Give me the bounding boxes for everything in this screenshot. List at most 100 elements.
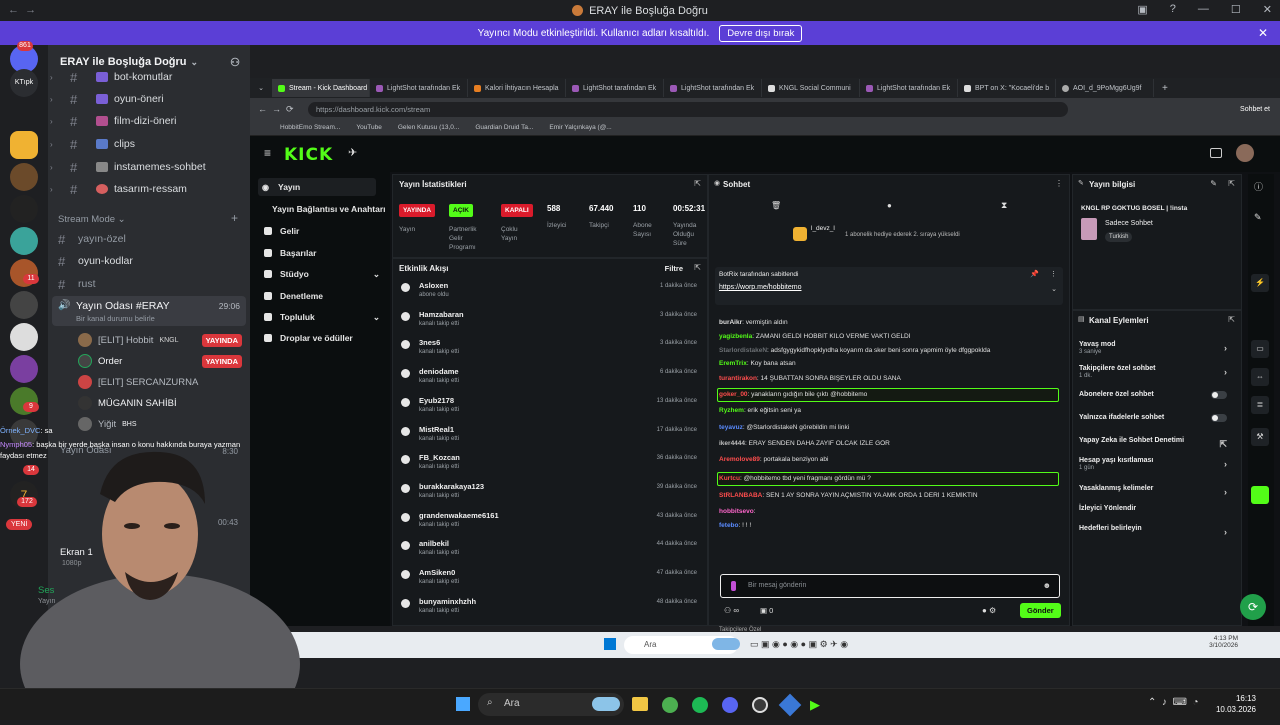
chevron-right-icon[interactable]: ›	[1224, 527, 1227, 537]
chat-message[interactable]: turantirakon: 14 ŞUBATTAN SONRA BİŞEYLER…	[719, 375, 1059, 382]
slider-icon[interactable]: ⇔	[1251, 368, 1269, 386]
nav-droplar[interactable]: Droplar ve ödüller	[264, 333, 382, 343]
activity-item[interactable]: anilbekil kanalı takip etti 44 dakika önce	[401, 539, 697, 567]
chat-username[interactable]: burAikr	[719, 319, 742, 326]
back-icon[interactable]: ← → ⟳	[258, 104, 294, 115]
chevron-right-icon[interactable]: ›	[1224, 343, 1227, 353]
external-link-icon[interactable]: ⇱	[1219, 439, 1227, 450]
kick-points[interactable]: ▣ 0	[760, 606, 773, 615]
chat-message[interactable]: iker4444: ERAY SENDEN DAHA ZAYIF OLCAK İ…	[719, 440, 1059, 447]
browser-tab[interactable]: LightShot tarafından Ek	[370, 79, 468, 97]
channel-film-dizi-oneri[interactable]: › # film-dizi-öneri	[48, 111, 248, 131]
chat-input[interactable]: Bir mesaj gönderin ☻	[720, 574, 1060, 598]
kick-icon[interactable]: ▶	[810, 697, 826, 713]
bookmark[interactable]: HobbitEmo Stream...	[280, 124, 340, 131]
trash-icon[interactable]: 🗑	[771, 201, 781, 210]
expand-icon[interactable]: ⇱	[1228, 179, 1235, 188]
voice-channel-yayin-odasi[interactable]: 🔊 Yayın Odası #ERAY 29:06 Bir kanal duru…	[52, 296, 246, 326]
users-icon[interactable]: ⚇ ∞	[724, 606, 739, 615]
hamburger-menu-icon[interactable]: ≡	[264, 146, 271, 160]
chat-username[interactable]: Aremolove89	[719, 456, 760, 463]
channel-action[interactable]: Hesap yaşı kısıtlaması 1 gün ›	[1079, 457, 1227, 471]
info-icon[interactable]: ⓘ	[1254, 180, 1263, 193]
hammer-icon[interactable]: ⚒	[1251, 428, 1269, 446]
chat-message[interactable]: Kurtcu: @hobbitemo tbd yeni fragmanı gör…	[719, 475, 1059, 482]
channel-rust[interactable]: # rust	[48, 274, 248, 294]
toggle-switch[interactable]	[1211, 391, 1227, 399]
channel-action[interactable]: Yavaş mod 3 saniye ›	[1079, 341, 1227, 355]
activity-item[interactable]: FB_Kozcan kanalı takip etti 36 dakika önce	[401, 453, 697, 481]
server-icon[interactable]	[10, 291, 38, 319]
server-icon[interactable]	[10, 355, 38, 383]
chat-username[interactable]: turantirakon	[719, 375, 757, 382]
pinned-message[interactable]: BotRix tarafından sabitlendi https://wor…	[715, 267, 1063, 305]
channel-action[interactable]: Abonelere özel sohbet	[1079, 391, 1227, 399]
emoji-icon[interactable]: ☻	[1043, 581, 1051, 590]
nav-gelir[interactable]: Gelir	[264, 226, 382, 236]
bookmark[interactable]: Gelen Kutusu (13,0...	[398, 124, 459, 131]
channel-yayin-ozel[interactable]: # yayın-özel	[48, 229, 248, 249]
channel-oyun-kodlar[interactable]: # oyun-kodlar	[48, 251, 248, 271]
voice-status[interactable]: Bir kanal durumu belirle	[76, 314, 155, 323]
obs-icon[interactable]	[752, 697, 768, 713]
chat-username[interactable]: teyavuz	[719, 424, 743, 431]
pencil-icon[interactable]: ✎	[1210, 179, 1217, 188]
maximize-button[interactable]: ☐	[1231, 3, 1241, 16]
browser-tab[interactable]: KNGL Social Communi	[762, 79, 860, 97]
browser-tab[interactable]: Stream - Kick Dashboard	[272, 79, 370, 97]
disable-streamer-mode-button[interactable]: Devre dışı bırak	[719, 24, 803, 42]
folder-icon[interactable]	[10, 131, 38, 159]
help-icon[interactable]: ?	[1170, 3, 1176, 16]
activity-item[interactable]: AmSiken0 kanalı takip etti 47 dakika önce	[401, 568, 697, 596]
channel-action[interactable]: Takipçilere özel sohbet 1 dk. ›	[1079, 365, 1227, 379]
voice-user[interactable]: MÜGANIN SAHİBİ	[78, 394, 248, 412]
chat-message[interactable]: teyavuz: @StarlordistakeN görebildin mi …	[719, 424, 1059, 431]
more-options-icon[interactable]: ⋮	[1050, 270, 1057, 278]
chevron-down-icon[interactable]: ⌄	[1051, 285, 1057, 293]
hourglass-icon[interactable]: ⧗	[1001, 200, 1007, 211]
bookmark[interactable]: Emir Yalçınkaya (@...	[549, 124, 611, 131]
pin-icon[interactable]: 📌	[1030, 270, 1039, 278]
channel-action[interactable]: Yapay Zeka ile Sohbet Denetimi ⇱	[1079, 437, 1227, 449]
send-button[interactable]: Gönder	[1020, 603, 1061, 618]
tray-icons[interactable]: ⌃ ♪ ⌨ ◔	[1148, 697, 1199, 708]
close-button[interactable]: ✕	[1263, 3, 1272, 16]
chrome-icon[interactable]	[662, 697, 678, 713]
server-icon[interactable]	[10, 227, 38, 255]
queue-icon[interactable]: ≣	[1251, 396, 1269, 414]
browser-tab[interactable]: LightShot tarafından Ek	[860, 79, 958, 97]
back-forward-arrows[interactable]: ← →	[8, 4, 36, 16]
chat-icon[interactable]: ▭	[1251, 340, 1269, 358]
kick-logo[interactable]: KICK	[284, 145, 333, 165]
profile-chip[interactable]: Sohbet et	[1240, 106, 1270, 113]
channel-oyun-oneri[interactable]: › # oyun-öneri	[48, 89, 248, 109]
chat-message[interactable]: StarlordistakeN: adsfgygykidfhopklyıdha …	[719, 347, 1059, 354]
toggle-switch[interactable]	[1211, 414, 1227, 422]
inbox-icon[interactable]	[1210, 148, 1222, 158]
channel-action[interactable]: Hedefleri belirleyin ›	[1079, 525, 1227, 537]
channel-clips[interactable]: › # clips	[48, 134, 248, 154]
weather-widget[interactable]	[712, 638, 740, 650]
nav-yayin[interactable]: ◉ Yayın	[258, 178, 376, 196]
pinned-link[interactable]: https://worp.me/hobbitemo	[719, 284, 802, 291]
chat-username[interactable]: Kurtcu	[719, 475, 740, 482]
close-icon[interactable]: ✕	[1258, 26, 1268, 40]
windows-start-icon[interactable]	[456, 697, 470, 711]
tab-menu-icon[interactable]: ⌄	[250, 84, 272, 92]
file-explorer-icon[interactable]	[632, 697, 648, 711]
chat-username[interactable]: fetebo	[719, 522, 739, 529]
avatar[interactable]	[1236, 144, 1254, 162]
filter-button[interactable]: Filtre	[665, 264, 683, 273]
app-icon[interactable]	[778, 693, 802, 717]
chat-message[interactable]: EremTrix: Koy bana atsan	[719, 360, 1059, 367]
channel-instamemes-sohbet[interactable]: › # instamemes-sohbet	[48, 157, 248, 177]
activity-item[interactable]: grandenwakaeme6161 kanalı takip etti 43 da…	[401, 511, 697, 539]
nav-topluluk[interactable]: Topluluk ⌄	[264, 312, 382, 322]
chat-message[interactable]: burAikr: vermiştin aldın	[719, 319, 1059, 326]
channel-action[interactable]: Yasaklanmış kelimeler ›	[1079, 485, 1227, 497]
weather-widget[interactable]	[592, 697, 620, 711]
address-bar[interactable]: https://dashboard.kick.com/stream	[308, 101, 1068, 117]
server-icon[interactable]	[10, 163, 38, 191]
expand-icon[interactable]: ⇱	[694, 179, 701, 188]
app-icons[interactable]: ▭ ▣ ◉ ● ◉ ● ▣ ⚙ ✈ ◉	[750, 639, 848, 650]
